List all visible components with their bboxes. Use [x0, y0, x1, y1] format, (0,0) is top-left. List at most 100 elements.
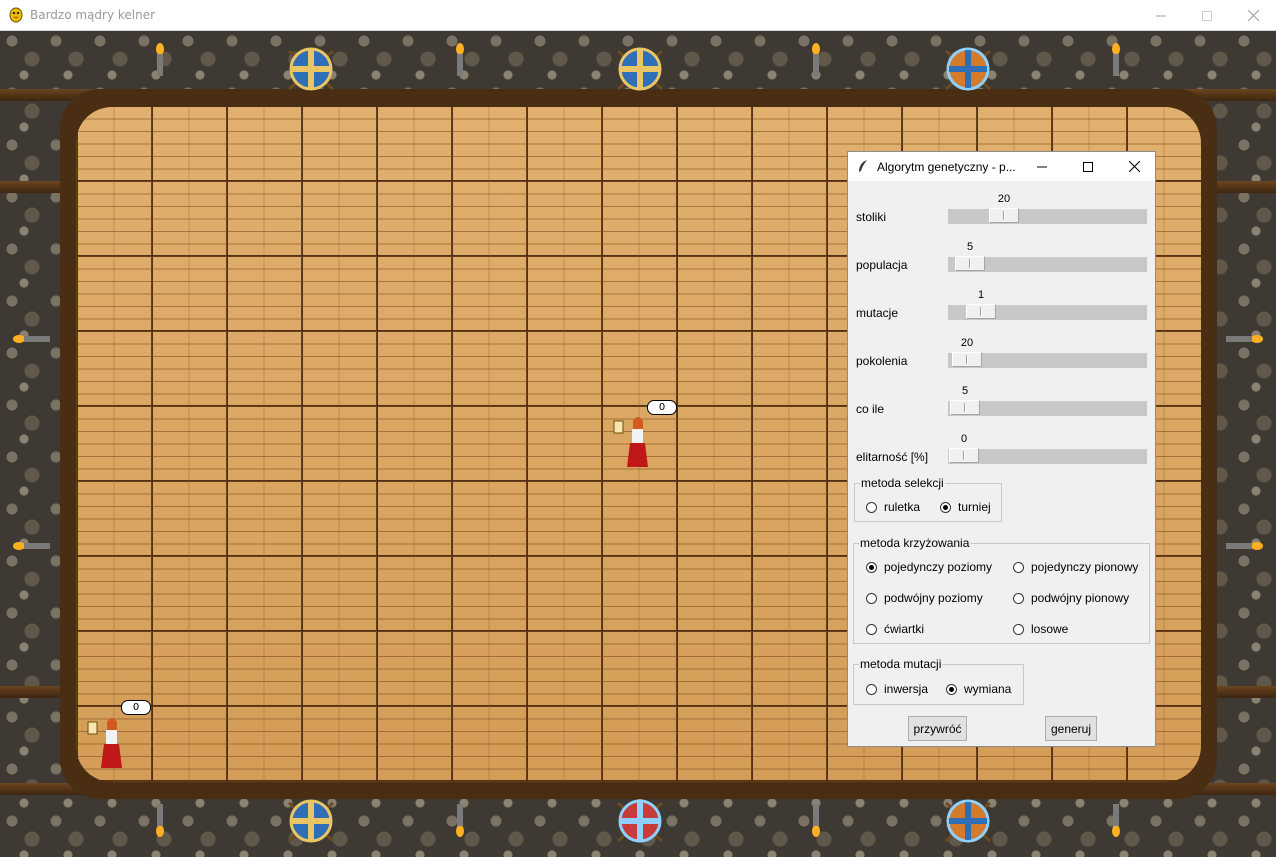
slider-value: 5	[966, 241, 974, 253]
shield-icon	[617, 799, 663, 843]
minimize-icon	[1037, 166, 1047, 167]
radio-label: ruletka	[884, 500, 921, 514]
radio-label: losowe	[1031, 622, 1069, 636]
radio-losowe[interactable]: losowe	[1013, 622, 1068, 636]
slider-value: 20	[960, 337, 974, 349]
radio-label: wymiana	[964, 682, 1012, 696]
radio-pojedynczy-poziomy[interactable]: pojedynczy poziomy	[866, 560, 992, 574]
torch-icon	[156, 43, 164, 76]
torch-icon	[13, 335, 50, 343]
slider-thumb[interactable]	[955, 256, 985, 271]
shield-icon	[288, 799, 334, 843]
slider-pokolenia: pokolenia 20	[848, 332, 1155, 372]
slider-value: 0	[960, 433, 968, 445]
slider-thumb[interactable]	[950, 400, 980, 415]
slider-label: mutacje	[856, 306, 899, 320]
torch-icon	[812, 43, 820, 76]
radio-label: pojedynczy poziomy	[884, 560, 993, 574]
slider-label: populacja	[856, 258, 908, 272]
waitress-sprite	[613, 417, 648, 467]
group-label: metoda krzyżowania	[859, 536, 971, 550]
shield-icon	[617, 47, 663, 91]
slider-label: co ile	[856, 402, 885, 416]
crossover-method-group: metoda krzyżowania pojedynczy poziomy po…	[853, 536, 1150, 644]
radio-label: pojedynczy pionowy	[1031, 560, 1139, 574]
slider-trough[interactable]	[948, 209, 1147, 224]
slider-mutacje: mutacje 1	[848, 284, 1155, 324]
window-titlebar: Bardzo mądry kelner	[0, 0, 1276, 31]
waitress-counter: 0	[647, 400, 677, 415]
close-icon	[1128, 161, 1140, 172]
mutation-method-group: metoda mutacji inwersja wymiana	[853, 657, 1024, 705]
slider-label: elitarność [%]	[856, 450, 929, 464]
torch-icon	[456, 804, 464, 837]
torch-icon	[1112, 804, 1120, 837]
torch-icon	[156, 804, 164, 837]
reset-button[interactable]: przywróć	[908, 716, 967, 741]
maximize-icon	[1083, 161, 1093, 172]
radio-indicator	[1013, 623, 1024, 635]
close-icon	[1247, 10, 1259, 21]
waitress-counter: 0	[121, 700, 151, 715]
dialog-minimize-button[interactable]	[1019, 152, 1065, 181]
radio-cwiartki[interactable]: ćwiartki	[866, 622, 924, 636]
radio-indicator	[1013, 561, 1024, 573]
torch-icon	[456, 43, 464, 76]
radio-label: podwójny poziomy	[884, 591, 983, 605]
dialog-titlebar: Algorytm genetyczny - p...	[848, 152, 1155, 181]
radio-label: ćwiartki	[884, 622, 925, 636]
generate-button[interactable]: generuj	[1045, 716, 1097, 741]
slider-elitarnosc: elitarność [%] 0	[848, 428, 1155, 468]
slider-populacja: populacja 5	[848, 236, 1155, 276]
waitress-sprite	[87, 718, 122, 768]
selection-method-group: metoda selekcji ruletka turniej	[854, 476, 1002, 522]
close-button[interactable]	[1230, 0, 1276, 31]
python-app-icon	[9, 7, 23, 23]
dialog-maximize-button[interactable]	[1065, 152, 1111, 181]
minimize-icon	[1156, 15, 1166, 16]
radio-podwojny-poziomy[interactable]: podwójny poziomy	[866, 591, 983, 605]
shield-icon	[288, 47, 334, 91]
radio-turniej[interactable]: turniej	[940, 500, 991, 514]
torch-icon	[812, 804, 820, 837]
slider-thumb[interactable]	[966, 304, 996, 319]
shield-icon	[945, 799, 991, 843]
slider-thumb[interactable]	[989, 208, 1019, 223]
radio-indicator	[940, 501, 951, 513]
slider-thumb[interactable]	[952, 352, 982, 367]
radio-indicator	[866, 561, 877, 573]
radio-inwersja[interactable]: inwersja	[866, 682, 928, 696]
radio-indicator	[866, 592, 877, 604]
group-label: metoda mutacji	[859, 657, 943, 671]
torch-icon	[1112, 43, 1120, 76]
radio-ruletka[interactable]: ruletka	[866, 500, 920, 514]
radio-podwojny-pionowy[interactable]: podwójny pionowy	[1013, 591, 1129, 605]
radio-indicator	[946, 683, 957, 695]
torch-icon	[1226, 542, 1263, 550]
dialog-close-button[interactable]	[1111, 152, 1157, 181]
genetic-algorithm-dialog: Algorytm genetyczny - p... stoliki 20 po…	[847, 151, 1156, 747]
maximize-button[interactable]	[1184, 0, 1230, 31]
radio-wymiana[interactable]: wymiana	[946, 682, 1011, 696]
torch-icon	[13, 542, 50, 550]
slider-value: 20	[997, 193, 1011, 205]
slider-thumb[interactable]	[949, 448, 979, 463]
shield-icon	[945, 47, 991, 91]
slider-co-ile: co ile 5	[848, 380, 1155, 420]
slider-label: stoliki	[856, 210, 887, 224]
slider-value: 5	[961, 385, 969, 397]
feather-icon	[859, 160, 867, 172]
dialog-title: Algorytm genetyczny - p...	[877, 160, 1016, 174]
maximize-icon	[1202, 10, 1212, 21]
radio-label: podwójny pionowy	[1031, 591, 1130, 605]
minimize-button[interactable]	[1138, 0, 1184, 31]
radio-indicator	[866, 623, 877, 635]
radio-label: inwersja	[884, 682, 929, 696]
radio-indicator	[866, 501, 877, 513]
window-title: Bardzo mądry kelner	[30, 8, 156, 22]
group-label: metoda selekcji	[860, 476, 945, 490]
radio-pojedynczy-pionowy[interactable]: pojedynczy pionowy	[1013, 560, 1138, 574]
torch-icon	[1226, 335, 1263, 343]
slider-stoliki: stoliki 20	[848, 188, 1155, 228]
radio-label: turniej	[958, 500, 991, 514]
